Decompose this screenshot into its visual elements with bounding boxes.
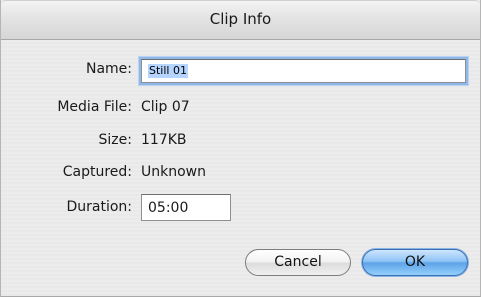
size-value: 117KB [141,132,187,148]
captured-label: Captured: [62,164,132,180]
name-label: Name: [85,61,132,77]
window-title: Clip Info [209,10,272,28]
ok-button[interactable]: OK [362,249,468,276]
captured-value: Unknown [141,164,206,180]
name-input[interactable]: Still 01 [141,59,466,83]
duration-input[interactable]: 05:00 [141,194,231,221]
duration-input-value: 05:00 [148,200,189,216]
name-input-value: Still 01 [148,64,188,78]
clip-info-dialog: Clip Info Name: Still 01 Media File: Cli… [0,0,481,297]
title-bar[interactable]: Clip Info [1,0,480,40]
media-file-label: Media File: [57,99,132,115]
media-file-value: Clip 07 [141,99,190,115]
size-label: Size: [98,132,132,148]
cancel-button[interactable]: Cancel [245,249,351,276]
duration-label: Duration: [66,199,132,215]
